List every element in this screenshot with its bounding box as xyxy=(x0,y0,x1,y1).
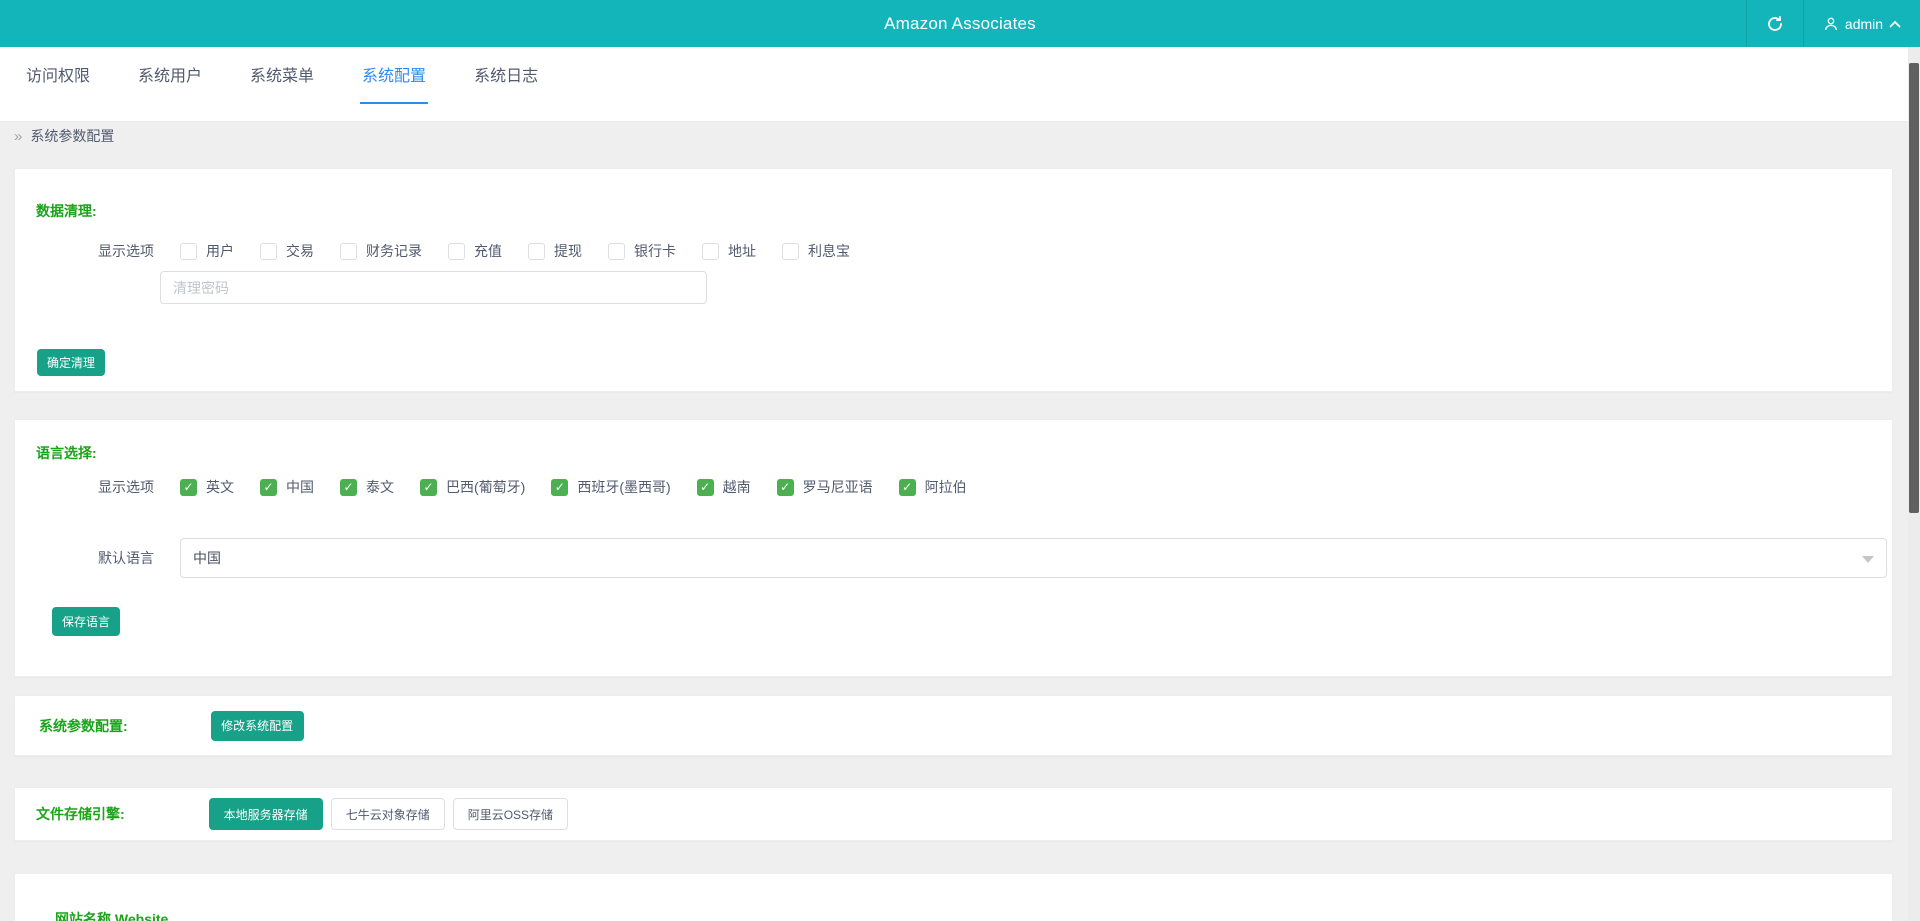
checkbox-bank-card[interactable]: 银行卡 xyxy=(608,241,676,261)
checkbox-withdraw[interactable]: 提现 xyxy=(528,241,582,261)
checkbox-checked-icon: ✓ xyxy=(340,478,357,496)
default-language-row: 默认语言 中国 xyxy=(98,538,1892,578)
breadcrumb: » 系统参数配置 xyxy=(0,122,1920,150)
storage-engine-title: 文件存储引擎: xyxy=(36,806,125,822)
tab-system-logs[interactable]: 系统日志 xyxy=(472,45,540,104)
app-header: Amazon Associates admin xyxy=(0,0,1920,47)
checkbox-brazil-portuguese[interactable]: ✓ 巴西(葡萄牙) xyxy=(420,477,525,497)
checkbox-checked-icon: ✓ xyxy=(551,478,569,496)
data-cleanup-options-row: 显示选项 用户 交易 财务记录 充值 提现 银行卡 地址 利息宝 xyxy=(98,242,1892,260)
app-title: Amazon Associates xyxy=(884,13,1036,33)
checkbox-financial-records[interactable]: 财务记录 xyxy=(340,241,422,261)
checkbox-checked-icon: ✓ xyxy=(696,478,714,496)
language-title: 语言选择: xyxy=(36,445,97,461)
checkbox-china[interactable]: ✓ 中国 xyxy=(260,477,314,497)
cleanup-password-input[interactable] xyxy=(160,271,707,304)
checkbox-spanish-mexico[interactable]: ✓ 西班牙(墨西哥) xyxy=(551,477,671,497)
data-cleanup-title: 数据清理: xyxy=(36,203,97,219)
page-scrollbar[interactable] xyxy=(1908,47,1920,921)
scrollbar-thumb[interactable] xyxy=(1909,63,1919,513)
checkbox-interest-treasure[interactable]: 利息宝 xyxy=(782,241,850,261)
checkbox-icon xyxy=(260,242,277,260)
checkbox-icon xyxy=(448,242,465,260)
checkbox-icon xyxy=(608,242,625,260)
storage-local-server-button[interactable]: 本地服务器存储 xyxy=(208,798,323,830)
checkbox-checked-icon: ✓ xyxy=(898,478,916,496)
checkbox-icon xyxy=(702,242,719,260)
checkbox-checked-icon: ✓ xyxy=(180,478,197,496)
tab-system-users[interactable]: 系统用户 xyxy=(136,45,204,104)
default-language-label: 默认语言 xyxy=(98,550,154,566)
checkbox-thai[interactable]: ✓ 泰文 xyxy=(340,477,394,497)
checkbox-checked-icon: ✓ xyxy=(776,478,794,496)
checkbox-english[interactable]: ✓ 英文 xyxy=(180,477,234,497)
save-language-button[interactable]: 保存语言 xyxy=(52,607,120,636)
chevron-up-icon xyxy=(1889,20,1901,28)
user-menu[interactable]: admin xyxy=(1804,0,1920,47)
breadcrumb-label: 系统参数配置 xyxy=(30,128,115,144)
storage-engine-card: 文件存储引擎: 本地服务器存储 七牛云对象存储 阿里云OSS存储 xyxy=(14,787,1893,841)
checkbox-checked-icon: ✓ xyxy=(420,478,437,496)
tab-system-config[interactable]: 系统配置 xyxy=(360,45,429,104)
user-icon xyxy=(1823,16,1839,32)
checkbox-transaction[interactable]: 交易 xyxy=(260,241,314,261)
website-name-title: 网站名称 Website xyxy=(55,911,169,921)
storage-button-group: 本地服务器存储 七牛云对象存储 阿里云OSS存储 xyxy=(208,798,569,830)
checkbox-vietnam[interactable]: ✓ 越南 xyxy=(696,477,751,497)
default-language-select[interactable]: 中国 xyxy=(180,538,1887,578)
system-config-card: 系统参数配置: 修改系统配置 xyxy=(14,695,1893,756)
default-language-value: 中国 xyxy=(193,550,221,566)
language-options-row: 显示选项 ✓ 英文 ✓ 中国 ✓ 泰文 ✓ 巴西(葡萄牙) ✓ 西班牙(墨西哥)… xyxy=(98,478,1892,496)
refresh-icon xyxy=(1766,15,1784,33)
checkbox-recharge[interactable]: 充值 xyxy=(448,241,502,261)
checkbox-user[interactable]: 用户 xyxy=(180,241,234,261)
tabs-bar: 访问权限 系统用户 系统菜单 系统配置 系统日志 xyxy=(0,47,1920,104)
tab-access-rights[interactable]: 访问权限 xyxy=(24,45,92,104)
storage-aliyun-oss-button[interactable]: 阿里云OSS存储 xyxy=(452,798,569,830)
options-row-label: 显示选项 xyxy=(98,243,154,259)
breadcrumb-chevron-icon: » xyxy=(14,127,23,145)
options-row-label: 显示选项 xyxy=(98,479,154,495)
language-card: 语言选择: 显示选项 ✓ 英文 ✓ 中国 ✓ 泰文 ✓ 巴西(葡萄牙) ✓ 西班… xyxy=(14,419,1893,677)
system-config-title: 系统参数配置: xyxy=(39,717,128,734)
tab-system-menu[interactable]: 系统菜单 xyxy=(248,45,316,104)
chevron-down-icon xyxy=(1862,556,1874,563)
confirm-cleanup-button[interactable]: 确定清理 xyxy=(37,349,105,376)
refresh-button[interactable] xyxy=(1747,0,1803,47)
checkbox-icon xyxy=(340,242,357,260)
checkbox-arabic[interactable]: ✓ 阿拉伯 xyxy=(898,477,967,497)
username-label: admin xyxy=(1844,15,1884,32)
checkbox-icon xyxy=(528,242,545,260)
website-name-card: 网站名称 Website xyxy=(14,873,1893,921)
checkbox-checked-icon: ✓ xyxy=(260,478,277,496)
tabs-bottom-strip xyxy=(0,104,1920,122)
data-cleanup-card: 数据清理: 显示选项 用户 交易 财务记录 充值 提现 银行卡 地址 利息宝 清… xyxy=(14,168,1893,392)
checkbox-address[interactable]: 地址 xyxy=(702,241,756,261)
storage-qiniu-button[interactable]: 七牛云对象存储 xyxy=(330,798,445,830)
modify-system-config-button[interactable]: 修改系统配置 xyxy=(210,710,304,741)
checkbox-icon xyxy=(180,242,197,260)
checkbox-romanian[interactable]: ✓ 罗马尼亚语 xyxy=(776,477,873,497)
checkbox-icon xyxy=(782,242,799,260)
